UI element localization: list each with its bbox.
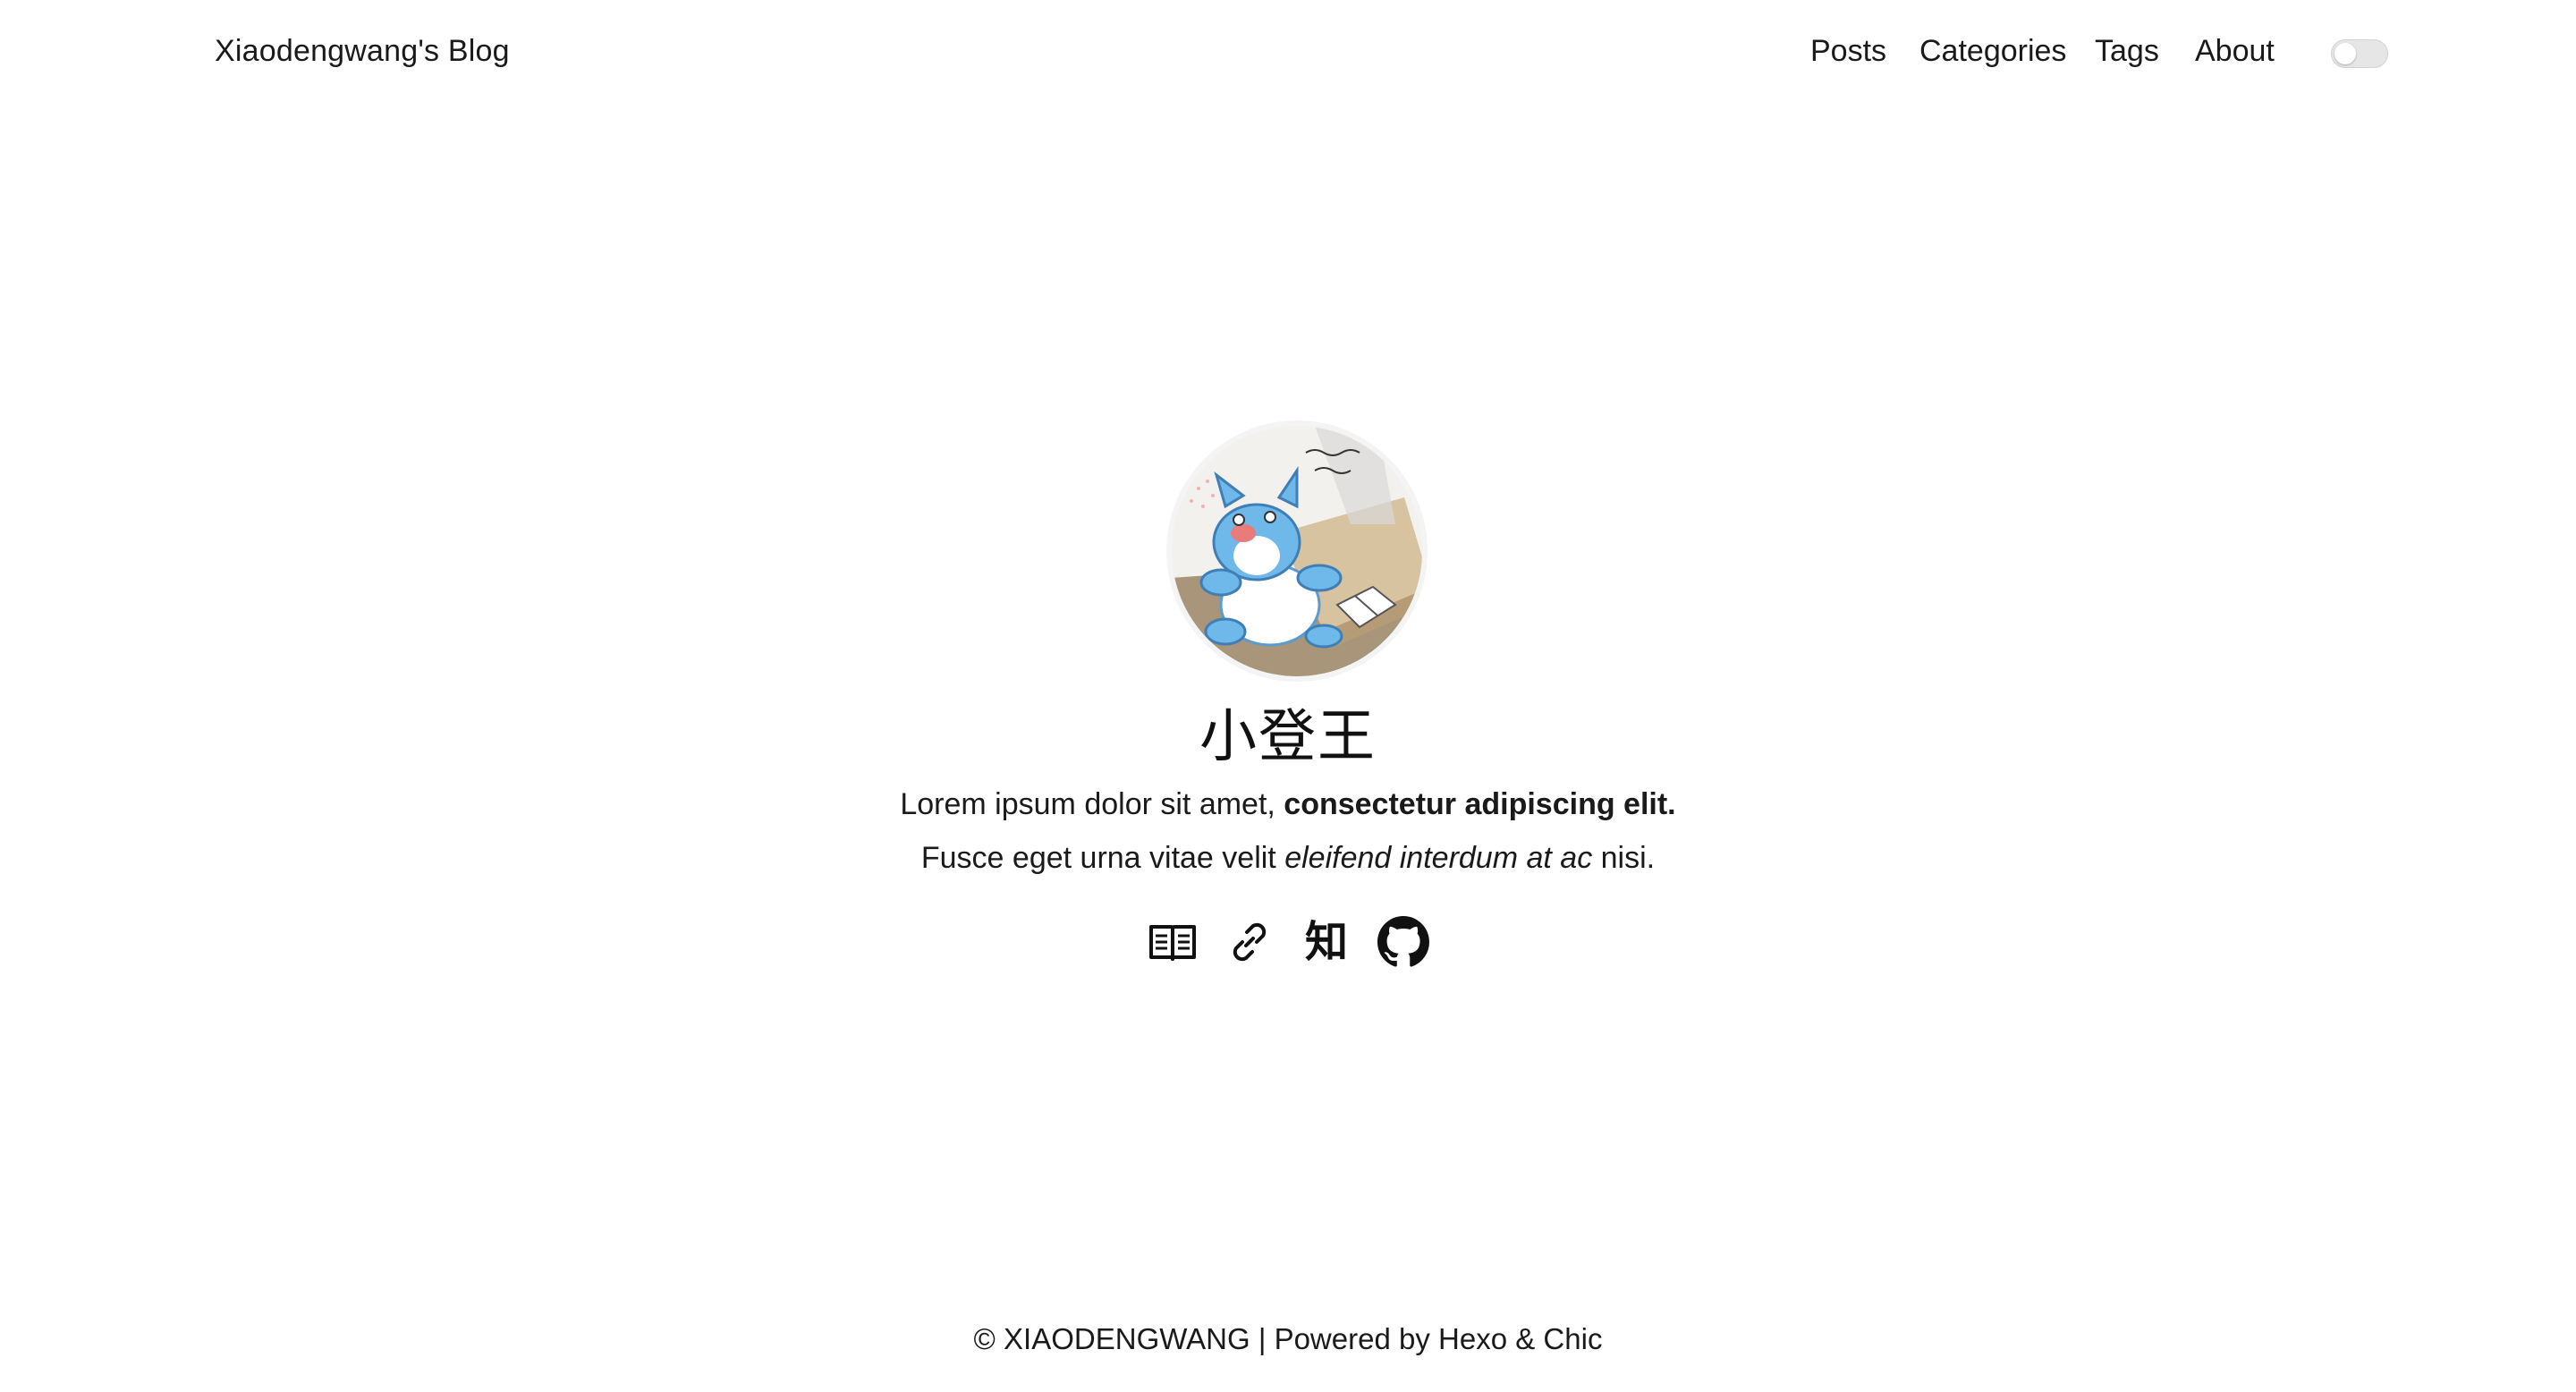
link-icon xyxy=(1233,922,1267,962)
footer: © XIAODENGWANG | Powered by Hexo & Chic xyxy=(0,1322,2576,1356)
profile-name: 小登王 xyxy=(1199,704,1377,770)
zhihu-link[interactable]: 知 xyxy=(1301,916,1352,968)
toggle-knob xyxy=(2334,43,2356,64)
desc-italic-text: eleifend interdum at ac xyxy=(1284,841,1593,875)
desc-text: Lorem ipsum dolor sit amet, xyxy=(900,787,1284,821)
social-links: 知 xyxy=(0,916,2576,968)
nav-tags-link[interactable]: Tags xyxy=(2095,34,2159,69)
theme-toggle-switch[interactable] xyxy=(2331,39,2388,68)
github-icon xyxy=(1377,916,1429,967)
page: Xiaodengwang's Blog Posts Categories Tag… xyxy=(0,0,2576,1392)
zhihu-icon: 知 xyxy=(1304,917,1348,967)
header: Xiaodengwang's Blog Posts Categories Tag… xyxy=(0,0,2576,107)
profile-description-line-1: Lorem ipsum dolor sit amet, consectetur … xyxy=(0,787,2576,822)
book-icon xyxy=(1149,925,1196,961)
nav-about-link[interactable]: About xyxy=(2195,34,2275,69)
hexo-link[interactable]: Hexo xyxy=(1438,1322,1507,1355)
desc-bold-text: consectetur adipiscing elit. xyxy=(1284,787,1676,821)
nav-categories-link[interactable]: Categories xyxy=(1919,34,2066,69)
avatar xyxy=(1172,426,1422,676)
link-link[interactable] xyxy=(1224,916,1275,968)
site-title-link[interactable]: Xiaodengwang's Blog xyxy=(215,34,510,69)
chic-link[interactable]: Chic xyxy=(1543,1322,1602,1355)
cartoon-avatar-icon xyxy=(1172,426,1422,676)
desc-text: Fusce eget urna vitae velit xyxy=(920,841,1285,875)
footer-copyright: © XIAODENGWANG | Powered by xyxy=(973,1322,1439,1355)
github-link[interactable] xyxy=(1377,916,1429,968)
nav-posts-link[interactable]: Posts xyxy=(1810,34,1886,69)
profile-description-line-2: Fusce eget urna vitae velit eleifend int… xyxy=(0,841,2576,876)
desc-text: nisi. xyxy=(1592,841,1656,875)
footer-amp: & xyxy=(1507,1322,1544,1355)
book-link[interactable] xyxy=(1147,916,1199,968)
